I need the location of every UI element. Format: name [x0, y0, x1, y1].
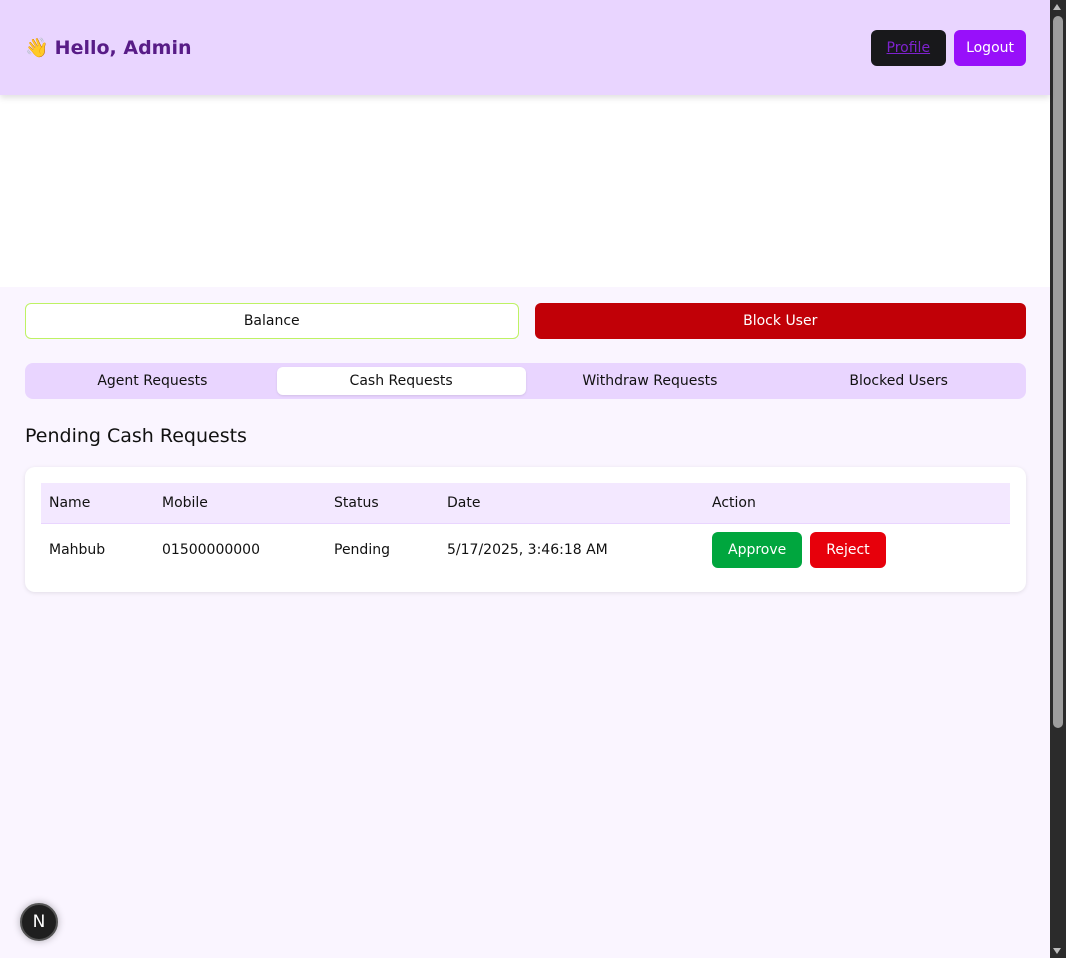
cell-date: 5/17/2025, 3:46:18 AM: [447, 541, 608, 558]
waving-hand-icon: 👋: [25, 37, 49, 59]
table-header-row: Name Mobile Status Date Action: [41, 483, 1010, 523]
requests-table: Name Mobile Status Date Action Mahbub 01…: [41, 483, 1010, 576]
column-header-mobile: Mobile: [162, 494, 208, 511]
tab-withdraw-requests[interactable]: Withdraw Requests: [526, 367, 775, 395]
column-header-date: Date: [447, 494, 481, 511]
scroll-up-arrow-icon[interactable]: [1053, 4, 1061, 10]
cell-mobile: 01500000000: [162, 541, 260, 558]
greeting: 👋 Hello, Admin: [25, 36, 192, 60]
tab-blocked-users[interactable]: Blocked Users: [774, 367, 1023, 395]
requests-card: Name Mobile Status Date Action Mahbub 01…: [25, 467, 1026, 592]
column-header-name: Name: [49, 494, 91, 511]
reject-button[interactable]: Reject: [810, 531, 886, 568]
scroll-down-arrow-icon[interactable]: [1053, 948, 1061, 954]
column-header-action: Action: [712, 494, 756, 511]
block-user-button[interactable]: Block User: [534, 303, 1026, 339]
logout-button[interactable]: Logout: [954, 29, 1026, 66]
cell-status: Pending: [334, 541, 390, 558]
tab-agent-requests[interactable]: Agent Requests: [28, 367, 277, 395]
tab-cash-requests[interactable]: Cash Requests: [276, 367, 526, 395]
request-tabs: Agent Requests Cash Requests Withdraw Re…: [25, 363, 1026, 399]
profile-button[interactable]: Profile: [870, 29, 947, 66]
greeting-text: Hello, Admin: [54, 36, 192, 59]
cell-name: Mahbub: [49, 541, 106, 558]
top-actions: Balance Block User: [25, 303, 1026, 339]
approve-button[interactable]: Approve: [712, 531, 803, 568]
header-actions: Profile Logout: [870, 29, 1026, 66]
top-header: 👋 Hello, Admin Profile Logout: [0, 0, 1050, 95]
nextjs-dev-indicator-icon[interactable]: N: [20, 903, 58, 941]
page: 👋 Hello, Admin Profile Logout Balance Bl…: [0, 0, 1050, 958]
blank-banner-area: [0, 95, 1050, 287]
section-title: Pending Cash Requests: [25, 425, 247, 447]
scrollbar-thumb[interactable]: [1053, 16, 1063, 728]
table-row: Mahbub 01500000000 Pending 5/17/2025, 3:…: [41, 523, 1010, 576]
cell-action: Approve Reject: [704, 523, 1010, 576]
action-buttons: Approve Reject: [712, 524, 1002, 576]
column-header-status: Status: [334, 494, 379, 511]
balance-button[interactable]: Balance: [25, 303, 519, 339]
vertical-scrollbar[interactable]: [1050, 0, 1066, 958]
